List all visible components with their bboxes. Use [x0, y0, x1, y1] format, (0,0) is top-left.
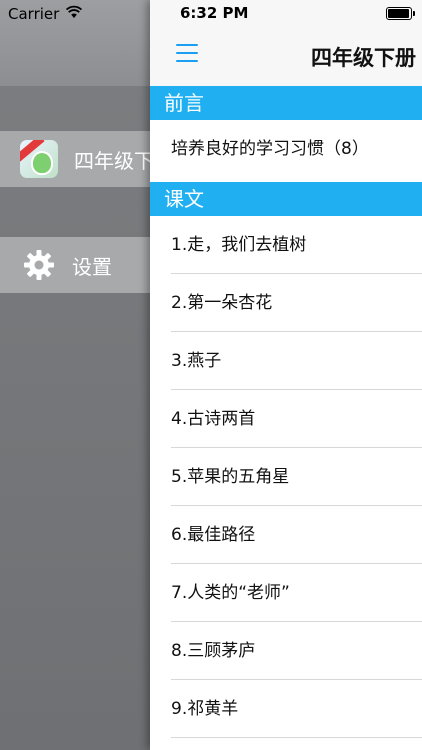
list-item-label: 6.最佳路径: [171, 525, 256, 545]
page-title: 四年级下册: [311, 46, 416, 70]
list-item[interactable]: 1.走，我们去植树: [150, 216, 422, 274]
list-item[interactable]: 4.古诗两首: [150, 390, 422, 448]
battery-icon: [386, 7, 415, 20]
list-item[interactable]: 7.人类的“老师”: [150, 564, 422, 622]
list-item[interactable]: 2.第一朵杏花: [150, 274, 422, 332]
status-time: 6:32 PM: [180, 4, 249, 22]
list-item[interactable]: 培养良好的学习习惯（8）: [150, 120, 422, 178]
list-item-label: 4.古诗两首: [171, 409, 256, 429]
list-item-label: 9.祁黄羊: [171, 699, 239, 719]
list-item[interactable]: 9.祁黄羊: [150, 680, 422, 738]
carrier-label: Carrier: [8, 5, 60, 23]
drawer-item-label: 四年级下册: [74, 148, 160, 173]
list-item-label: 5.苹果的五角星: [171, 467, 290, 487]
hamburger-menu-icon[interactable]: [176, 44, 198, 62]
drawer-item-settings[interactable]: 设置: [0, 237, 160, 293]
section-header-lessons: 课文: [150, 182, 422, 216]
list-item-label: 8.三顾茅庐: [171, 641, 256, 661]
app-icon: [20, 140, 58, 178]
drawer-item-label: 设置: [72, 254, 112, 279]
list-item[interactable]: 3.燕子: [150, 332, 422, 390]
wifi-icon: [66, 5, 82, 18]
list-item[interactable]: 6.最佳路径: [150, 506, 422, 564]
status-bar: Carrier 6:32 PM: [0, 0, 422, 28]
list-item-label: 3.燕子: [171, 351, 222, 371]
list-item[interactable]: 5.苹果的五角星: [150, 448, 422, 506]
section-header-preface: 前言: [150, 86, 422, 120]
list-item-label: 7.人类的“老师”: [171, 583, 290, 603]
list-item-label: 1.走，我们去植树: [171, 235, 307, 255]
gear-icon: [24, 250, 54, 280]
main-panel: 四年级下册 前言 培养良好的学习习惯（8） 课文 1.走，我们去植树 2.第一朵…: [150, 0, 422, 750]
list-item[interactable]: 8.三顾茅庐: [150, 622, 422, 680]
list-item-label: 培养良好的学习习惯（8）: [171, 139, 369, 159]
side-drawer: 四年级下册 设置: [0, 0, 160, 750]
drawer-item-book[interactable]: 四年级下册: [0, 131, 160, 187]
list-item-label: 2.第一朵杏花: [171, 293, 273, 313]
